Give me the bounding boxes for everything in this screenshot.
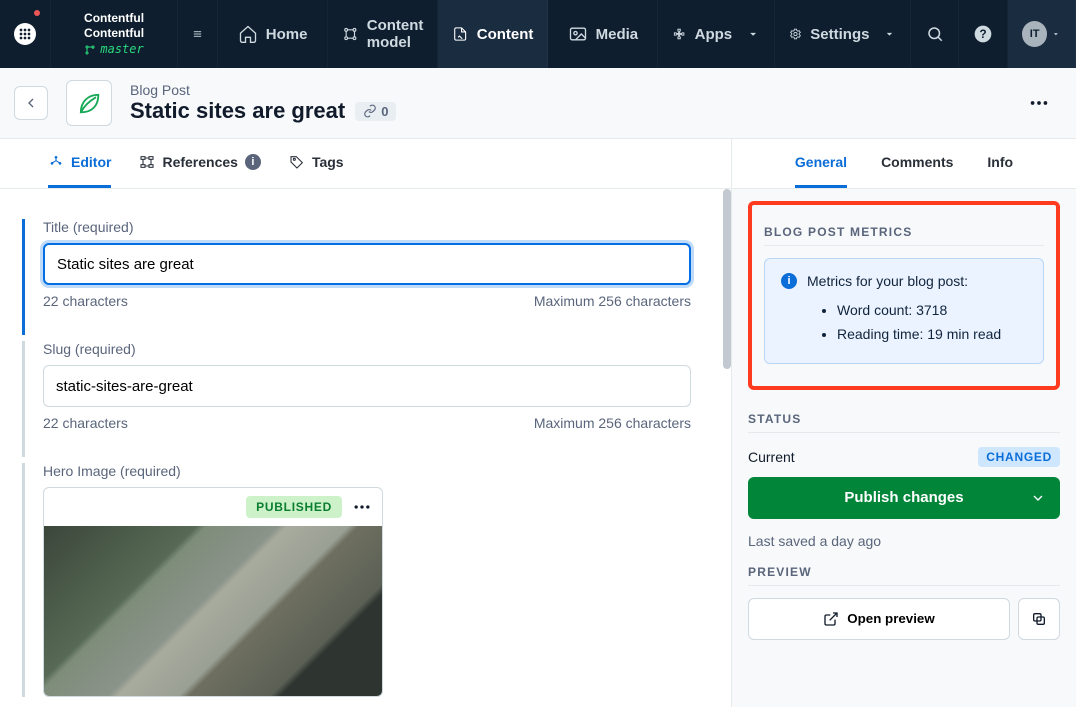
- field-label: Slug (required): [43, 341, 691, 357]
- tab-references[interactable]: References i: [139, 139, 261, 188]
- references-icon: [139, 154, 155, 170]
- editor-icon: [48, 154, 64, 170]
- publish-button[interactable]: Publish changes: [748, 477, 1060, 519]
- last-saved: Last saved a day ago: [748, 533, 1060, 549]
- entry-sidebar: General Comments Info BLOG POST METRICS …: [732, 139, 1076, 707]
- space-name: Contentful: [84, 26, 144, 42]
- sidebar-tab-info[interactable]: Info: [987, 139, 1013, 188]
- field-label: Title (required): [43, 219, 691, 235]
- home-icon: [238, 24, 258, 44]
- content-type-icon: [66, 80, 112, 126]
- dots-horizontal-icon: [1028, 92, 1050, 114]
- asset-status-badge: PUBLISHED: [246, 496, 342, 518]
- char-max: Maximum 256 characters: [534, 415, 691, 431]
- char-count: 22 characters: [43, 293, 128, 309]
- tag-icon: [289, 154, 305, 170]
- media-icon: [568, 24, 588, 44]
- org-name: Contentful: [84, 11, 144, 27]
- content-type-label: Blog Post: [130, 82, 396, 98]
- avatar: IT: [1022, 21, 1047, 47]
- gear-icon: [789, 24, 802, 44]
- sidebar-tab-comments[interactable]: Comments: [881, 139, 953, 188]
- svg-text:?: ?: [979, 28, 986, 41]
- section-title-metrics: BLOG POST METRICS: [764, 215, 1044, 246]
- scrollbar[interactable]: [723, 189, 731, 369]
- field-label: Hero Image (required): [43, 463, 691, 479]
- section-title-status: STATUS: [748, 402, 1060, 433]
- field-title: Title (required) 22 characters Maximum 2…: [22, 219, 691, 335]
- space-menu-button[interactable]: [178, 0, 218, 68]
- entry-title: Static sites are great: [130, 98, 345, 124]
- entry-tabs: Editor References i Tags: [0, 139, 731, 189]
- external-link-icon: [823, 611, 839, 627]
- top-nav: Contentful Contentful master Home Conten…: [0, 0, 1076, 68]
- nav-content[interactable]: Content: [438, 0, 548, 68]
- help-icon: ?: [973, 24, 993, 44]
- chevron-left-icon: [23, 95, 39, 111]
- copy-preview-button[interactable]: [1018, 598, 1060, 640]
- search-icon: [926, 25, 944, 43]
- editor-pane: Editor References i Tags Title (required…: [0, 139, 732, 707]
- metrics-widget-highlight: BLOG POST METRICS i Metrics for your blo…: [748, 201, 1060, 390]
- title-input[interactable]: [43, 243, 691, 285]
- search-button[interactable]: [911, 0, 959, 68]
- metrics-lead: Metrics for your blog post:: [807, 273, 968, 289]
- chevron-down-icon: [746, 24, 760, 44]
- content-icon: [452, 24, 468, 44]
- slug-input[interactable]: [43, 365, 691, 407]
- app-switcher-button[interactable]: [0, 0, 51, 68]
- apps-icon: [672, 24, 686, 44]
- info-icon: i: [245, 154, 261, 170]
- char-max: Maximum 256 characters: [534, 293, 691, 309]
- entry-header: Blog Post Static sites are great 0: [0, 68, 1076, 139]
- metric-reading-time: Reading time: 19 min read: [837, 323, 1027, 347]
- back-button[interactable]: [14, 86, 48, 120]
- environment-name: master: [100, 42, 143, 58]
- nav-settings[interactable]: Settings: [775, 0, 911, 68]
- metric-word-count: Word count: 3718: [837, 299, 1027, 323]
- nav-media[interactable]: Media: [548, 0, 658, 68]
- sidebar-tabs: General Comments Info: [732, 139, 1076, 189]
- chevron-down-icon: [1030, 490, 1046, 506]
- nav-content-model[interactable]: Content model: [328, 0, 438, 68]
- section-title-preview: PREVIEW: [748, 555, 1060, 586]
- dots-horizontal-icon[interactable]: [352, 497, 372, 517]
- sidebar-tab-general[interactable]: General: [795, 139, 847, 188]
- open-preview-button[interactable]: Open preview: [748, 598, 1010, 640]
- nav-apps[interactable]: Apps: [658, 0, 775, 68]
- char-count: 22 characters: [43, 415, 128, 431]
- references-pill[interactable]: 0: [355, 102, 396, 121]
- leaf-icon: [75, 89, 103, 117]
- chevron-down-icon: [883, 24, 896, 44]
- status-current-label: Current: [748, 449, 795, 465]
- info-icon: i: [781, 273, 797, 289]
- copy-icon: [1031, 611, 1047, 627]
- tab-editor[interactable]: Editor: [48, 139, 111, 188]
- entry-actions-menu[interactable]: [1022, 86, 1056, 120]
- asset-thumbnail: [44, 526, 382, 696]
- nav-home[interactable]: Home: [218, 0, 328, 68]
- link-icon: [363, 104, 377, 118]
- status-badge: CHANGED: [978, 447, 1060, 467]
- hero-image-card[interactable]: PUBLISHED: [43, 487, 383, 697]
- field-hero-image: Hero Image (required) PUBLISHED: [22, 463, 691, 697]
- account-menu[interactable]: IT: [1008, 0, 1076, 68]
- branch-icon: [84, 44, 96, 56]
- field-slug: Slug (required) 22 characters Maximum 25…: [22, 341, 691, 457]
- tab-tags[interactable]: Tags: [289, 139, 344, 188]
- content-model-icon: [342, 24, 359, 44]
- chevron-down-icon: [1051, 29, 1061, 39]
- space-selector[interactable]: Contentful Contentful master: [51, 0, 178, 68]
- metrics-note: i Metrics for your blog post: Word count…: [764, 258, 1044, 364]
- help-button[interactable]: ?: [959, 0, 1008, 68]
